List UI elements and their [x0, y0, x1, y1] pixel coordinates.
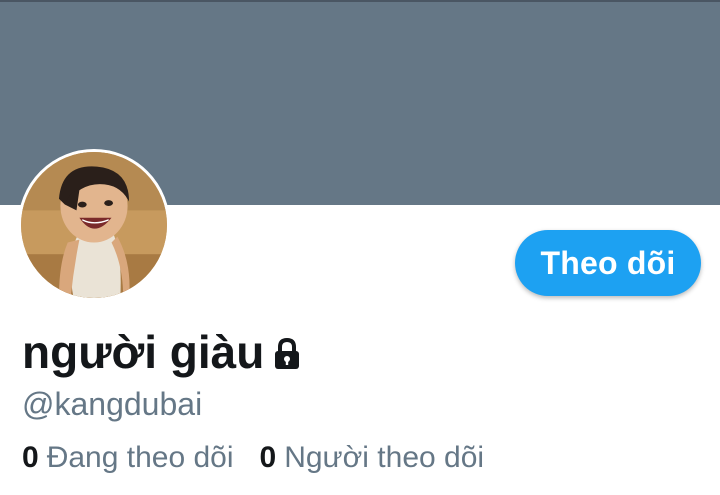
followers-stat[interactable]: 0 Người theo dõi — [260, 438, 485, 478]
followers-count: 0 — [259, 441, 277, 474]
avatar-photo — [21, 152, 167, 298]
display-name: người giàu — [22, 326, 265, 378]
profile-handle: @kangdubai — [22, 386, 203, 422]
lock-icon — [272, 337, 302, 371]
profile-avatar[interactable] — [18, 149, 170, 301]
follow-button[interactable]: Theo dõi — [515, 230, 701, 296]
following-count: 0 — [22, 441, 39, 474]
following-label: Đang theo dõi — [46, 441, 234, 474]
profile-stats: 0 Đang theo dõi 0 Người theo dõi — [22, 438, 510, 478]
following-stat[interactable]: 0 Đang theo dõi — [22, 438, 234, 478]
name-row: người giàu — [22, 322, 302, 382]
profile-header: Theo dõi người giàu @kangdubai 0 Đang th… — [0, 0, 720, 495]
followers-label: Người theo dõi — [284, 441, 485, 474]
